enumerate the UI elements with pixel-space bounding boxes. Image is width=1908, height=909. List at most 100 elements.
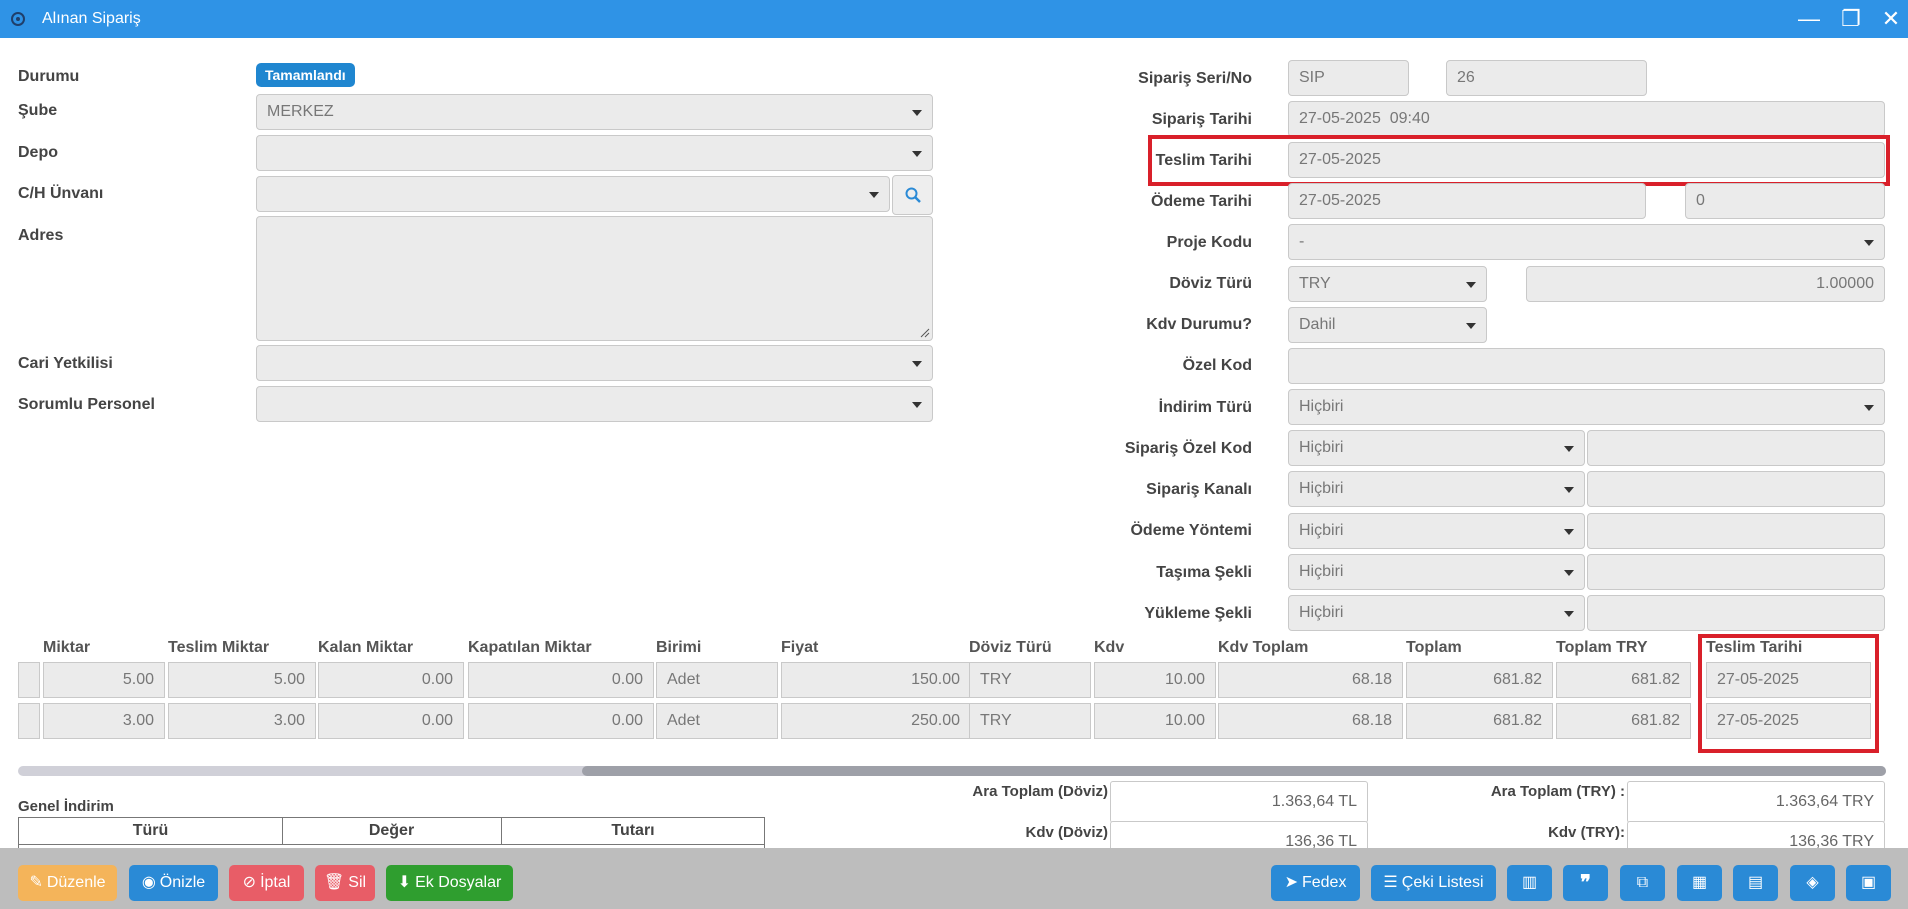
tag-button[interactable]: ◈ xyxy=(1790,865,1835,901)
grid-cell[interactable]: 68.18 xyxy=(1218,662,1403,698)
iptal-button[interactable]: ⊘ İptal xyxy=(229,865,304,901)
grid-cell[interactable]: 681.82 xyxy=(1406,662,1553,698)
kur-input[interactable]: 1.00000 xyxy=(1526,266,1885,302)
odeme-gun-input[interactable]: 0 xyxy=(1685,183,1885,219)
grid-cell[interactable]: TRY xyxy=(969,703,1091,739)
ara-toplam-doviz-label: Ara Toplam (Döviz) xyxy=(972,783,1108,800)
grid-cell[interactable]: 5.00 xyxy=(168,662,316,698)
sube-value: MERKEZ xyxy=(267,103,334,120)
kdv-durumu-select[interactable]: Dahil xyxy=(1288,307,1487,343)
cari-yetkilisi-select[interactable] xyxy=(256,345,933,381)
yukleme-sekli-label: Yükleme Şekli xyxy=(1144,605,1252,622)
grid-cell[interactable]: 3.00 xyxy=(43,703,165,739)
yukleme-sekli-extra[interactable] xyxy=(1587,595,1885,631)
grid-header-cell: Kdv xyxy=(1094,639,1125,656)
teslim-tarihi-input[interactable]: 27-05-2025 xyxy=(1288,142,1885,178)
search-button[interactable] xyxy=(892,175,933,215)
tasima-sekli-extra[interactable] xyxy=(1587,554,1885,590)
search-icon xyxy=(905,187,921,203)
no-input[interactable]: 26 xyxy=(1446,60,1647,96)
restore-button[interactable]: ❐ xyxy=(1838,6,1864,32)
grid-cell[interactable]: 681.82 xyxy=(1556,703,1691,739)
copy-icon: ⧉ xyxy=(1636,874,1649,891)
grid-cell[interactable]: TRY xyxy=(969,662,1091,698)
grid-cell[interactable]: Adet xyxy=(656,662,778,698)
chevron-down-icon xyxy=(912,361,922,367)
fedex-button[interactable]: ➤ Fedex xyxy=(1271,865,1360,901)
grid-cell[interactable]: 0.00 xyxy=(468,662,654,698)
ek-dosyalar-label: Ek Dosyalar xyxy=(415,874,502,891)
discount-header-tutari: Tutarı xyxy=(611,822,655,839)
proje-kodu-select[interactable]: - xyxy=(1288,224,1885,260)
ara-toplam-try-value: 1.363,64 TRY xyxy=(1627,781,1885,823)
tasima-sekli-select[interactable]: Hiçbiri xyxy=(1288,554,1585,590)
duzenle-button[interactable]: ✎ Düzenle xyxy=(18,865,117,901)
seri-input[interactable]: SIP xyxy=(1288,60,1409,96)
grid-header-cell: Fiyat xyxy=(781,639,819,656)
indirim-turu-select[interactable]: Hiçbiri xyxy=(1288,389,1885,425)
scrollbar-thumb[interactable] xyxy=(582,766,1886,776)
grid-row-handle[interactable] xyxy=(18,662,40,698)
quote-button[interactable]: ❞ xyxy=(1563,865,1608,901)
grid-header-cell: Kdv Toplam xyxy=(1218,639,1309,656)
grid-cell[interactable]: 150.00 xyxy=(781,662,971,698)
grid-cell[interactable]: 681.82 xyxy=(1406,703,1553,739)
download-icon: ⬇ xyxy=(397,874,412,891)
sorumlu-select[interactable] xyxy=(256,386,933,422)
grid-cell[interactable]: 0.00 xyxy=(468,703,654,739)
grid-header-cell: Miktar xyxy=(43,639,91,656)
ara-toplam-try-label: Ara Toplam (TRY) : xyxy=(1490,783,1625,800)
onizle-button[interactable]: ◉ Önizle xyxy=(129,865,218,901)
grid-cell[interactable]: 5.00 xyxy=(43,662,165,698)
doviz-turu-label: Döviz Türü xyxy=(1169,275,1252,292)
sube-select[interactable]: MERKEZ xyxy=(256,94,933,130)
ch-select[interactable] xyxy=(256,176,890,212)
tag-icon: ◈ xyxy=(1806,874,1819,891)
barcode-button[interactable]: ▦ xyxy=(1677,865,1722,901)
odeme-tarihi-input[interactable]: 27-05-2025 xyxy=(1288,183,1646,219)
grid-cell[interactable]: 10.00 xyxy=(1094,703,1216,739)
adres-textarea[interactable] xyxy=(256,216,933,341)
ceki-listesi-label: Çeki Listesi xyxy=(1401,874,1484,891)
grid-row-handle[interactable] xyxy=(18,703,40,739)
siparis-tarihi-label: Sipariş Tarihi xyxy=(1151,111,1252,128)
chevron-down-icon xyxy=(1466,282,1476,288)
odeme-yontemi-extra[interactable] xyxy=(1587,513,1885,549)
sorumlu-label: Sorumlu Personel xyxy=(18,396,155,413)
doviz-turu-value: TRY xyxy=(1299,275,1331,292)
siparis-ozel-kod-extra[interactable] xyxy=(1587,430,1885,466)
save-button[interactable]: ▣ xyxy=(1846,865,1891,901)
yukleme-sekli-select[interactable]: Hiçbiri xyxy=(1288,595,1585,631)
durumu-label: Durumu xyxy=(18,68,80,85)
grid-cell[interactable]: 0.00 xyxy=(318,662,464,698)
minimize-button[interactable]: — xyxy=(1796,6,1822,32)
discount-header-deger: Değer xyxy=(282,818,502,844)
ceki-listesi-button[interactable]: ☰ Çeki Listesi xyxy=(1371,865,1496,901)
grid-cell[interactable]: 250.00 xyxy=(781,703,971,739)
siparis-ozel-kod-select[interactable]: Hiçbiri xyxy=(1288,430,1585,466)
depo-select[interactable] xyxy=(256,135,933,171)
siparis-kanali-select[interactable]: Hiçbiri xyxy=(1288,471,1585,507)
grid-cell[interactable]: 681.82 xyxy=(1556,662,1691,698)
close-button[interactable]: ✕ xyxy=(1878,6,1904,32)
copy-button[interactable]: ⧉ xyxy=(1620,865,1665,901)
duzenle-label: Düzenle xyxy=(46,874,106,891)
ozel-kod-input[interactable] xyxy=(1288,348,1885,384)
genel-indirim-title: Genel İndirim xyxy=(18,798,114,815)
grid-cell[interactable]: 0.00 xyxy=(318,703,464,739)
archive-button[interactable]: ▤ xyxy=(1733,865,1778,901)
siparis-kanali-extra[interactable] xyxy=(1587,471,1885,507)
grid-cell[interactable]: Adet xyxy=(656,703,778,739)
siparis-tarihi-input[interactable]: 27-05-2025 09:40 xyxy=(1288,101,1885,137)
doviz-turu-select[interactable]: TRY xyxy=(1288,266,1487,302)
grid-cell[interactable]: 10.00 xyxy=(1094,662,1216,698)
odeme-yontemi-select[interactable]: Hiçbiri xyxy=(1288,513,1585,549)
chart-button[interactable]: ▥ xyxy=(1507,865,1552,901)
yukleme-sekli-value: Hiçbiri xyxy=(1299,604,1344,621)
sil-button[interactable]: 🗑 Sil xyxy=(315,865,375,901)
grid-cell[interactable]: 68.18 xyxy=(1218,703,1403,739)
ek-dosyalar-button[interactable]: ⬇ Ek Dosyalar xyxy=(386,865,513,901)
proje-kodu-label: Proje Kodu xyxy=(1166,234,1252,251)
grid-cell[interactable]: 3.00 xyxy=(168,703,316,739)
horizontal-scrollbar[interactable] xyxy=(18,766,1886,776)
